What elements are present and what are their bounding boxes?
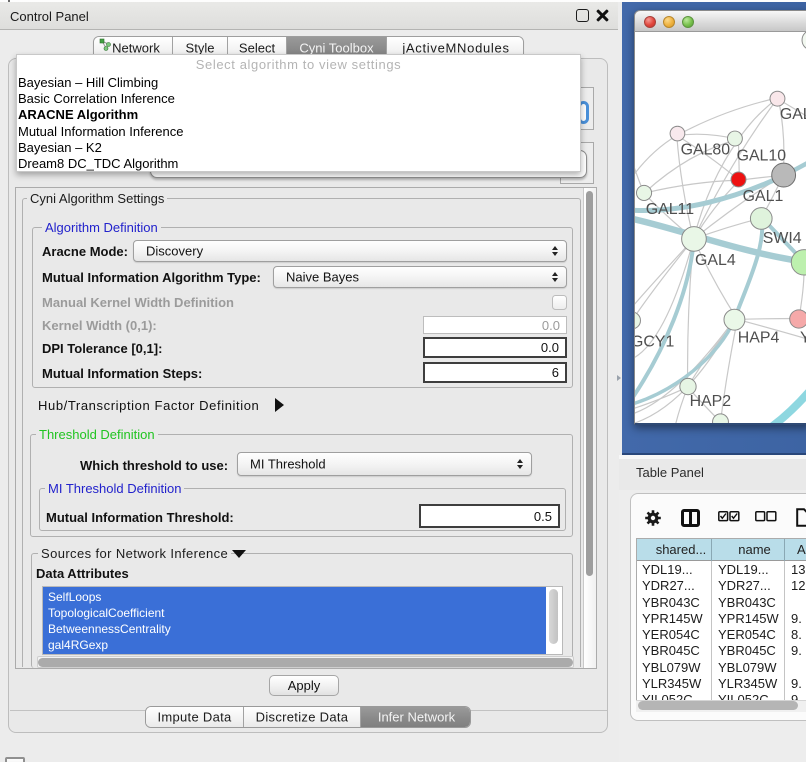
svg-text:GAL11: GAL11 <box>646 201 694 218</box>
svg-text:GAL10: GAL10 <box>737 148 787 165</box>
svg-text:HAP2: HAP2 <box>690 393 732 410</box>
svg-text:HAP4: HAP4 <box>738 329 780 346</box>
svg-text:GAL2: GAL2 <box>780 106 806 123</box>
svg-text:SWI4: SWI4 <box>763 230 802 247</box>
svg-text:GAL4: GAL4 <box>695 252 736 269</box>
svg-text:Y: Y <box>800 329 806 346</box>
svg-text:GAL1: GAL1 <box>743 188 784 205</box>
svg-text:GAL80: GAL80 <box>681 141 731 158</box>
svg-text:GCY1: GCY1 <box>634 333 674 350</box>
